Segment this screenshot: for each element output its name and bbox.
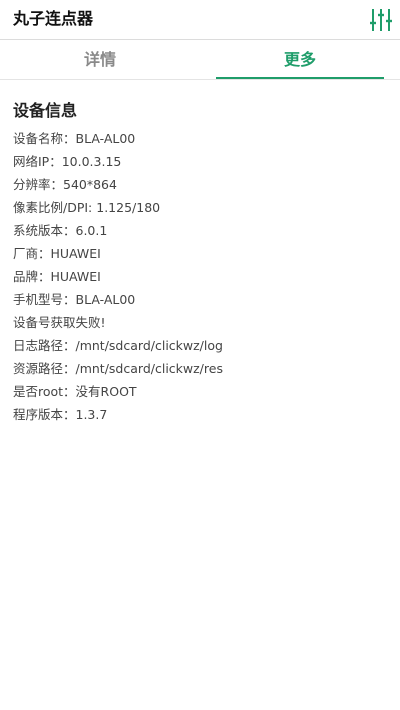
- settings-button[interactable]: [368, 5, 394, 35]
- section-title: 设备信息: [13, 101, 78, 120]
- info-network-ip: 网络IP：10.0.3.15: [13, 154, 122, 169]
- info-manufacturer: 厂商：HUAWEI: [13, 246, 101, 261]
- info-device-name: 设备名称：BLA-AL00: [13, 131, 136, 146]
- info-phone-model: 手机型号：BLA-AL00: [13, 292, 136, 307]
- app-root: 丸子连点器 详情 更多 设备信息 设备名称：BLA-AL00 网络IP：10.0…: [0, 0, 400, 710]
- info-resolution: 分辨率：540*864: [13, 177, 117, 192]
- app-title: 丸子连点器: [13, 9, 94, 28]
- active-tab-indicator: [216, 77, 384, 79]
- info-root-status: 是否root：没有ROOT: [13, 384, 137, 399]
- tab-details[interactable]: 详情: [0, 40, 200, 79]
- sliders-icon: [370, 9, 392, 31]
- info-resource-path: 资源路径：/mnt/sdcard/clickwz/res: [13, 361, 223, 376]
- info-brand: 品牌：HUAWEI: [13, 269, 101, 284]
- tab-bar: 详情 更多: [0, 40, 400, 80]
- info-system-version: 系统版本：6.0.1: [13, 223, 108, 238]
- app-bar: 丸子连点器: [0, 0, 400, 40]
- info-device-id: 设备号获取失败!: [13, 315, 106, 330]
- device-info-section: 设备信息 设备名称：BLA-AL00 网络IP：10.0.3.15 分辨率：54…: [13, 100, 393, 426]
- tab-more[interactable]: 更多: [200, 40, 400, 79]
- info-app-version: 程序版本：1.3.7: [13, 407, 108, 422]
- info-pixel-ratio: 像素比例/DPI: 1.125/180: [13, 200, 161, 215]
- device-info-list: 设备名称：BLA-AL00 网络IP：10.0.3.15 分辨率：540*864…: [13, 127, 393, 426]
- info-log-path: 日志路径：/mnt/sdcard/clickwz/log: [13, 338, 223, 353]
